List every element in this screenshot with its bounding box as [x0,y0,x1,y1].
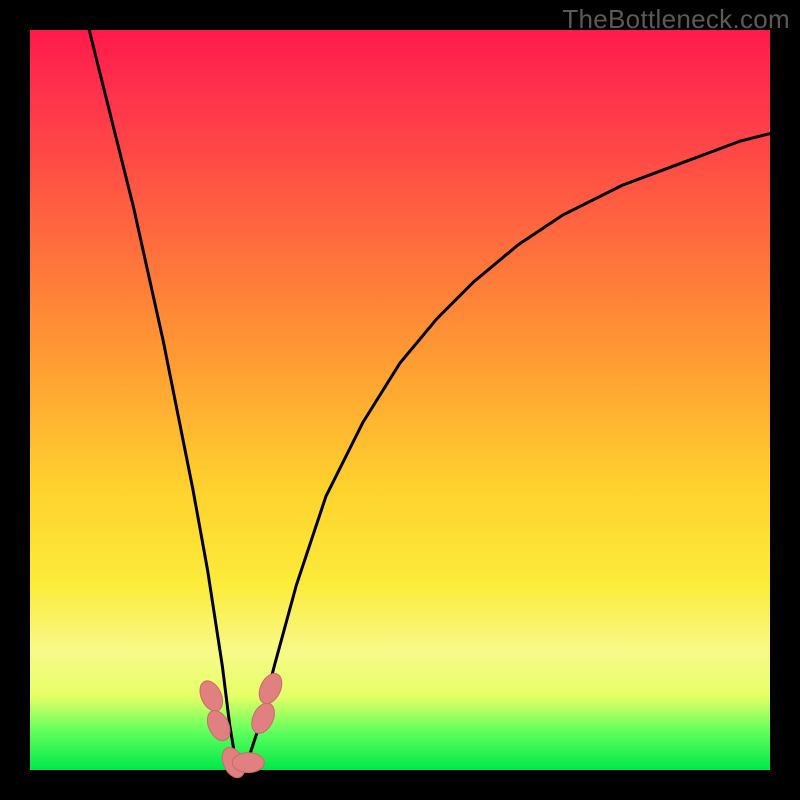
marker-left-upper [195,677,227,714]
curve-svg [30,30,770,770]
plot-area [30,30,770,770]
marker-right-lower [247,699,279,736]
markers-group [195,670,286,781]
bottleneck-curve [89,30,770,770]
marker-bottom-right [232,753,264,773]
chart-frame: TheBottleneck.com [0,0,800,800]
marker-left-lower [203,707,235,744]
marker-right-upper [255,670,287,707]
watermark-text: TheBottleneck.com [562,4,790,35]
